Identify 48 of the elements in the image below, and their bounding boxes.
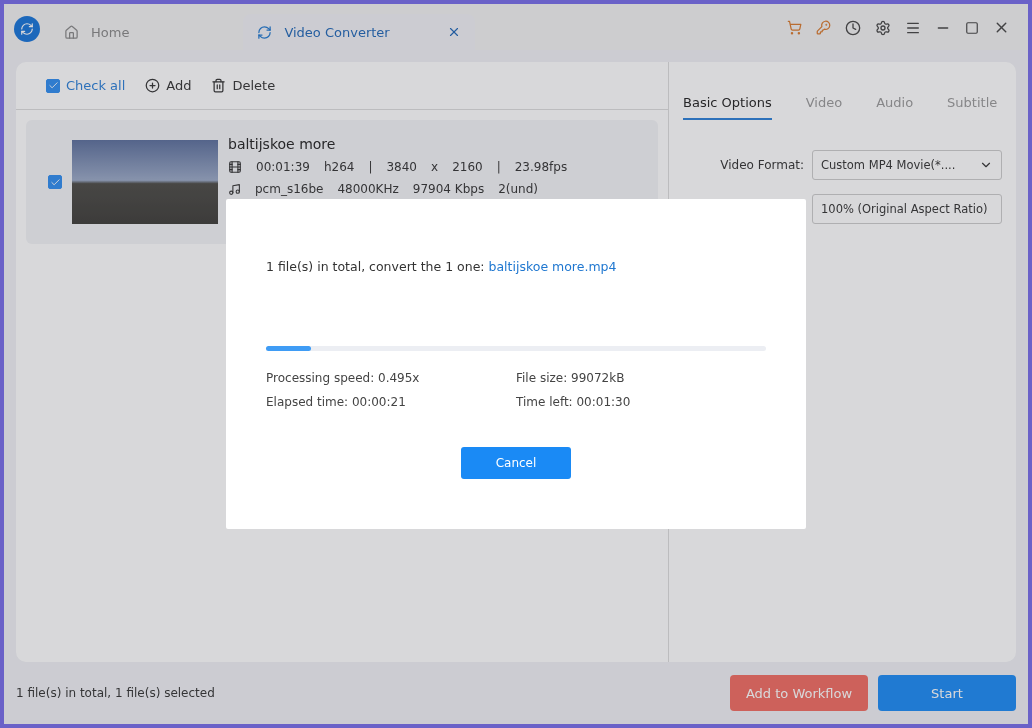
add-to-workflow-button[interactable]: Add to Workflow bbox=[730, 675, 868, 711]
bitrate: 97904 Kbps bbox=[412, 182, 485, 196]
status-text: 1 file(s) in total, 1 file(s) selected bbox=[16, 686, 215, 700]
trash-icon bbox=[211, 78, 227, 93]
delete-button[interactable]: Delete bbox=[211, 78, 276, 93]
separator: | bbox=[368, 160, 373, 174]
stat-text: Processing speed: 0.495x bbox=[266, 371, 421, 385]
options-tab[interactable]: Video bbox=[805, 95, 843, 120]
audio-codec: pcm_s16be bbox=[255, 182, 324, 196]
file-name: baltijskoe more bbox=[228, 136, 337, 152]
clock-icon[interactable] bbox=[845, 19, 861, 36]
refresh-icon bbox=[257, 24, 273, 40]
sample-rate: 48000KHz bbox=[337, 182, 399, 196]
options-tab[interactable]: Basic Options bbox=[683, 95, 772, 120]
stat-text: Elapsed time: 00:00:21 bbox=[266, 395, 407, 409]
maximize-icon[interactable] bbox=[965, 20, 979, 35]
times-sign: x bbox=[431, 160, 439, 174]
app-logo-icon bbox=[14, 16, 40, 42]
cart-icon[interactable] bbox=[787, 20, 802, 35]
audio-channels: 2(und) bbox=[498, 182, 538, 196]
key-icon[interactable] bbox=[816, 20, 831, 35]
stat-text: Time left: 00:01:30 bbox=[516, 395, 632, 409]
separator: | bbox=[496, 160, 501, 174]
tab[interactable]: Home bbox=[50, 14, 144, 50]
settings-icon[interactable] bbox=[875, 19, 891, 36]
add-button[interactable]: Add bbox=[145, 78, 192, 93]
file-link[interactable]: baltijskoe more.mp4 bbox=[488, 259, 617, 274]
codec: h264 bbox=[323, 160, 355, 174]
stat-text: File size: 99072kB bbox=[516, 371, 626, 385]
select-field[interactable]: 100% (Original Aspect Ratio) bbox=[812, 194, 1002, 224]
duration: 00:01:39 bbox=[256, 160, 310, 174]
options-tab[interactable]: Subtitle bbox=[947, 95, 998, 120]
check-all-button[interactable]: Check all bbox=[46, 78, 126, 93]
cancel-button[interactable]: Cancel bbox=[461, 447, 571, 479]
film-reel-icon bbox=[228, 160, 242, 174]
option-label: Video Format: bbox=[720, 158, 804, 172]
checkbox[interactable] bbox=[48, 175, 62, 189]
options-tab[interactable]: Audio bbox=[876, 95, 914, 120]
music-note-icon bbox=[228, 182, 241, 196]
frame-rate: 23.98fps bbox=[514, 160, 568, 174]
select-field[interactable]: Custom MP4 Movie(*.... bbox=[812, 150, 1002, 180]
start-button[interactable]: Start bbox=[878, 675, 1016, 711]
checkbox[interactable] bbox=[46, 78, 60, 93]
plus-circle-icon bbox=[145, 78, 161, 93]
home-icon bbox=[64, 24, 79, 40]
dialog-message: 1 file(s) in total, convert the 1 one: baltijskoe more.mp4 bbox=[266, 259, 618, 274]
height: 2160 bbox=[452, 160, 483, 174]
width: 3840 bbox=[386, 160, 417, 174]
